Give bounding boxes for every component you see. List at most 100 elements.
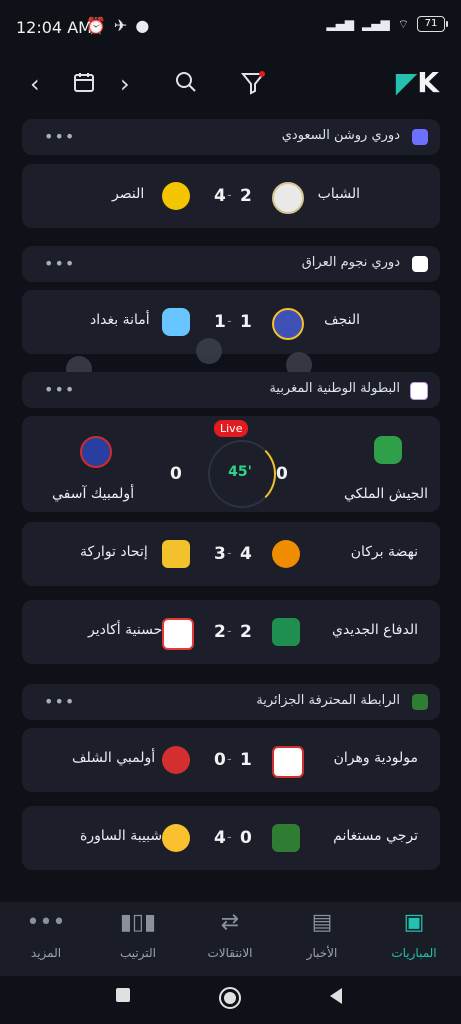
league-header[interactable]: ••• دوري روشن السعودي <box>22 119 440 155</box>
away-crest-icon <box>162 308 190 336</box>
match-row[interactable]: الشباب 2 - 4 النصر <box>22 164 440 228</box>
recent-apps-button[interactable] <box>114 986 132 1008</box>
league-name: دوري روشن السعودي <box>281 128 400 143</box>
away-team: إتحاد تواركة <box>80 544 148 560</box>
home-crest-icon <box>272 540 300 568</box>
live-match-row[interactable]: Live 45' الجيش الملكي 0 0 أولمبيك آسفي <box>22 416 440 512</box>
home-crest-icon <box>374 436 402 464</box>
away-crest-icon <box>162 618 194 650</box>
league-header[interactable]: ••• دوري نجوم العراق <box>22 246 440 282</box>
away-score: 2 <box>214 622 226 642</box>
network-icon: ✈ <box>113 16 128 35</box>
league-header[interactable]: ••• البطولة الوطنية المغربية <box>22 372 440 408</box>
more-dots-icon[interactable]: ••• <box>44 380 75 399</box>
live-minute: 45' <box>228 464 252 480</box>
match-row[interactable]: مولودية وهران 1 - 0 أولمبي الشلف <box>22 728 440 792</box>
home-button[interactable] <box>218 986 242 1014</box>
away-crest-icon <box>162 182 190 210</box>
away-score: 4 <box>214 186 226 206</box>
next-icon[interactable]: › <box>120 70 130 98</box>
more-dots-icon[interactable]: ••• <box>44 127 75 146</box>
match-row[interactable]: ترجي مستغانم 0 - 4 شبيبة الساورة <box>22 806 440 870</box>
away-score: 1 <box>214 312 226 332</box>
signal-icon: ▂▄▆ <box>326 17 355 31</box>
score-separator: - <box>227 188 232 203</box>
home-team: الجيش الملكي <box>344 486 428 502</box>
transfers-icon: ⇄ <box>220 910 240 935</box>
prev-icon[interactable]: ‹ <box>30 70 40 98</box>
nav-more[interactable]: ••• المزيد <box>0 910 92 961</box>
home-crest-icon <box>272 824 300 852</box>
match-row[interactable]: الدفاع الجديدي 2 - 2 حسنية أكادير <box>22 600 440 664</box>
league-logo-icon <box>412 129 428 145</box>
home-team: نهضة بركان <box>350 544 418 560</box>
app-icon: ● <box>135 16 150 35</box>
nav-matches[interactable]: ▣ المباريات <box>368 910 460 961</box>
away-score: 3 <box>214 544 226 564</box>
nav-standings[interactable]: ▮▯▮ الترتيب <box>92 910 184 961</box>
home-score: 2 <box>240 622 252 642</box>
match-row[interactable]: النجف 1 - 1 أمانة بغداد <box>22 290 440 354</box>
home-score: 0 <box>276 464 288 484</box>
home-crest-icon <box>272 308 304 340</box>
search-icon[interactable] <box>174 70 198 98</box>
standings-icon: ▮▯▮ <box>119 910 157 935</box>
status-time: 12:04 AM <box>16 18 92 37</box>
away-score: 0 <box>214 750 226 770</box>
away-score: 0 <box>170 464 182 484</box>
live-badge: Live <box>214 420 249 437</box>
away-team: حسنية أكادير <box>88 622 163 638</box>
away-crest-icon <box>162 746 190 774</box>
home-score: 1 <box>240 312 252 332</box>
league-logo-icon <box>410 382 428 400</box>
score-separator: - <box>227 624 232 639</box>
more-icon: ••• <box>26 910 66 935</box>
logo-icon: ◤K <box>395 66 439 99</box>
home-score: 1 <box>240 750 252 770</box>
system-nav <box>0 976 461 1024</box>
score-separator: - <box>227 546 232 561</box>
home-team: مولودية وهران <box>333 750 418 766</box>
league-logo-icon <box>412 256 428 272</box>
league-name: دوري نجوم العراق <box>301 255 400 270</box>
more-dots-icon[interactable]: ••• <box>44 254 75 273</box>
league-header[interactable]: ••• الرابطة المحترفة الجزائرية <box>22 684 440 720</box>
matches-icon: ▣ <box>403 910 425 935</box>
topbar: ‹ › ◤K <box>0 56 461 112</box>
back-button[interactable] <box>326 986 346 1010</box>
status-bar: 12:04 AM ⏰ ✈ ● ▂▄▆ ▂▄▆ ⌔ 71 <box>0 0 461 56</box>
bottom-nav: ••• المزيد ▮▯▮ الترتيب ⇄ الانتقالات ▤ ال… <box>0 902 461 976</box>
score-separator: - <box>227 752 232 767</box>
news-icon: ▤ <box>311 910 333 935</box>
away-crest-icon <box>80 436 112 468</box>
filter-icon[interactable] <box>240 70 266 100</box>
away-team: النصر <box>112 186 145 202</box>
home-score: 0 <box>240 828 252 848</box>
away-team: شبيبة الساورة <box>80 828 163 844</box>
nav-news[interactable]: ▤ الأخبار <box>276 910 368 961</box>
league-name: الرابطة المحترفة الجزائرية <box>256 693 400 708</box>
more-dots-icon[interactable]: ••• <box>44 692 75 711</box>
score-separator: - <box>227 830 232 845</box>
calendar-icon[interactable] <box>72 70 96 98</box>
home-team: الدفاع الجديدي <box>331 622 418 638</box>
away-team: أولمبيك آسفي <box>52 486 135 502</box>
wifi-icon: ⌔ <box>397 16 409 31</box>
league-logo-icon <box>412 694 428 710</box>
match-row[interactable]: نهضة بركان 4 - 3 إتحاد تواركة <box>22 522 440 586</box>
home-team: الشباب <box>317 186 360 202</box>
home-score: 4 <box>240 544 252 564</box>
league-name: البطولة الوطنية المغربية <box>269 381 400 396</box>
away-score: 4 <box>214 828 226 848</box>
home-crest-icon <box>272 182 304 214</box>
home-team: ترجي مستغانم <box>333 828 418 844</box>
home-score: 2 <box>240 186 252 206</box>
nav-transfers[interactable]: ⇄ الانتقالات <box>184 910 276 961</box>
overlay-dot <box>196 338 222 364</box>
battery: 71 <box>417 16 448 32</box>
alarm-icon: ⏰ <box>86 16 106 35</box>
away-team: أولمبي الشلف <box>72 750 156 766</box>
home-crest-icon <box>272 746 304 778</box>
score-separator: - <box>227 314 232 329</box>
home-crest-icon <box>272 618 300 646</box>
